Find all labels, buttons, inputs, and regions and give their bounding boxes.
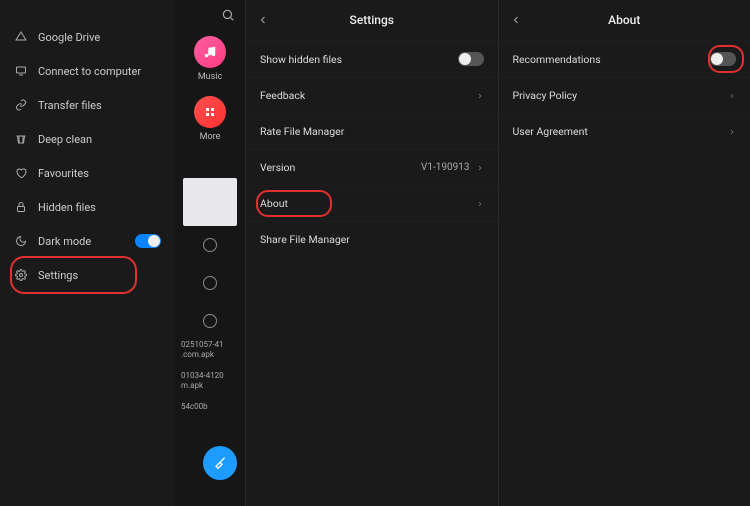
sidebar-item-label: Hidden files — [38, 201, 96, 214]
file-strip: Music More 0251057-41 .com.apk 01034-412… — [175, 0, 245, 506]
row-about[interactable]: About — [246, 185, 498, 221]
row-user-agreement[interactable]: User Agreement — [499, 113, 750, 149]
sidebar-item-label: Connect to computer — [38, 65, 141, 78]
row-feedback[interactable]: Feedback — [246, 77, 498, 113]
chevron-right-icon — [476, 164, 484, 172]
dark-mode-toggle[interactable] — [135, 234, 161, 248]
sidebar-item-dark-mode[interactable]: Dark mode — [0, 224, 175, 258]
gear-icon — [14, 268, 28, 282]
computer-icon — [14, 64, 28, 78]
heart-icon — [14, 166, 28, 180]
file-name[interactable]: 01034-4120 m.apk — [181, 371, 239, 390]
version-value: V1-190913 — [421, 162, 469, 173]
file-name[interactable]: 54c00b — [181, 402, 239, 412]
sidebar-item-google-drive[interactable]: Google Drive — [0, 20, 175, 54]
moon-icon — [14, 234, 28, 248]
sidebar-item-settings[interactable]: Settings — [0, 258, 175, 292]
sidebar-item-label: Dark mode — [38, 235, 91, 248]
row-share[interactable]: Share File Manager — [246, 221, 498, 257]
row-show-hidden[interactable]: Show hidden files — [246, 40, 498, 77]
category-music[interactable] — [194, 36, 226, 68]
settings-panel: Settings Show hidden files Feedback Rate… — [245, 0, 498, 506]
grid-icon — [204, 106, 216, 118]
link-icon — [14, 98, 28, 112]
file-name[interactable]: 0251057-41 .com.apk — [181, 340, 239, 359]
about-header: About — [499, 0, 750, 40]
settings-title: Settings — [246, 13, 498, 27]
sidebar-item-label: Transfer files — [38, 99, 102, 112]
row-version[interactable]: Version V1-190913 — [246, 149, 498, 185]
sidebar-item-label: Settings — [38, 269, 78, 282]
search-icon[interactable] — [221, 8, 235, 22]
cleanup-fab[interactable] — [203, 446, 237, 480]
row-rate[interactable]: Rate File Manager — [246, 113, 498, 149]
show-hidden-toggle[interactable] — [458, 52, 484, 66]
sidebar-item-label: Deep clean — [38, 133, 92, 146]
chevron-right-icon — [476, 200, 484, 208]
sidebar-item-deep-clean[interactable]: Deep clean — [0, 122, 175, 156]
back-button[interactable] — [246, 14, 280, 26]
lock-icon — [14, 200, 28, 214]
sidebar-item-transfer[interactable]: Transfer files — [0, 88, 175, 122]
about-title: About — [499, 13, 750, 27]
select-circle[interactable] — [203, 276, 217, 290]
category-music-label: Music — [198, 72, 222, 82]
about-panel: About Recommendations Privacy Policy Use… — [498, 0, 750, 506]
category-more-label: More — [200, 132, 221, 142]
recommendations-toggle[interactable] — [710, 52, 736, 66]
sidebar-item-label: Favourites — [38, 167, 89, 180]
file-thumbnail[interactable] — [183, 178, 237, 226]
row-recommendations[interactable]: Recommendations — [499, 40, 750, 77]
sidebar-item-label: Google Drive — [38, 31, 100, 44]
sidebar-item-favourites[interactable]: Favourites — [0, 156, 175, 190]
category-more[interactable] — [194, 96, 226, 128]
sidebar: Google Drive Connect to computer Transfe… — [0, 0, 175, 506]
drive-icon — [14, 30, 28, 44]
row-privacy[interactable]: Privacy Policy — [499, 77, 750, 113]
chevron-right-icon — [728, 92, 736, 100]
select-circle[interactable] — [203, 314, 217, 328]
chevron-right-icon — [728, 128, 736, 136]
broom-icon — [14, 132, 28, 146]
sidebar-item-hidden-files[interactable]: Hidden files — [0, 190, 175, 224]
back-button[interactable] — [499, 14, 533, 26]
broom-icon — [212, 455, 228, 471]
music-icon — [203, 45, 217, 59]
chevron-right-icon — [476, 92, 484, 100]
select-circle[interactable] — [203, 238, 217, 252]
settings-header: Settings — [246, 0, 498, 40]
sidebar-item-connect-computer[interactable]: Connect to computer — [0, 54, 175, 88]
